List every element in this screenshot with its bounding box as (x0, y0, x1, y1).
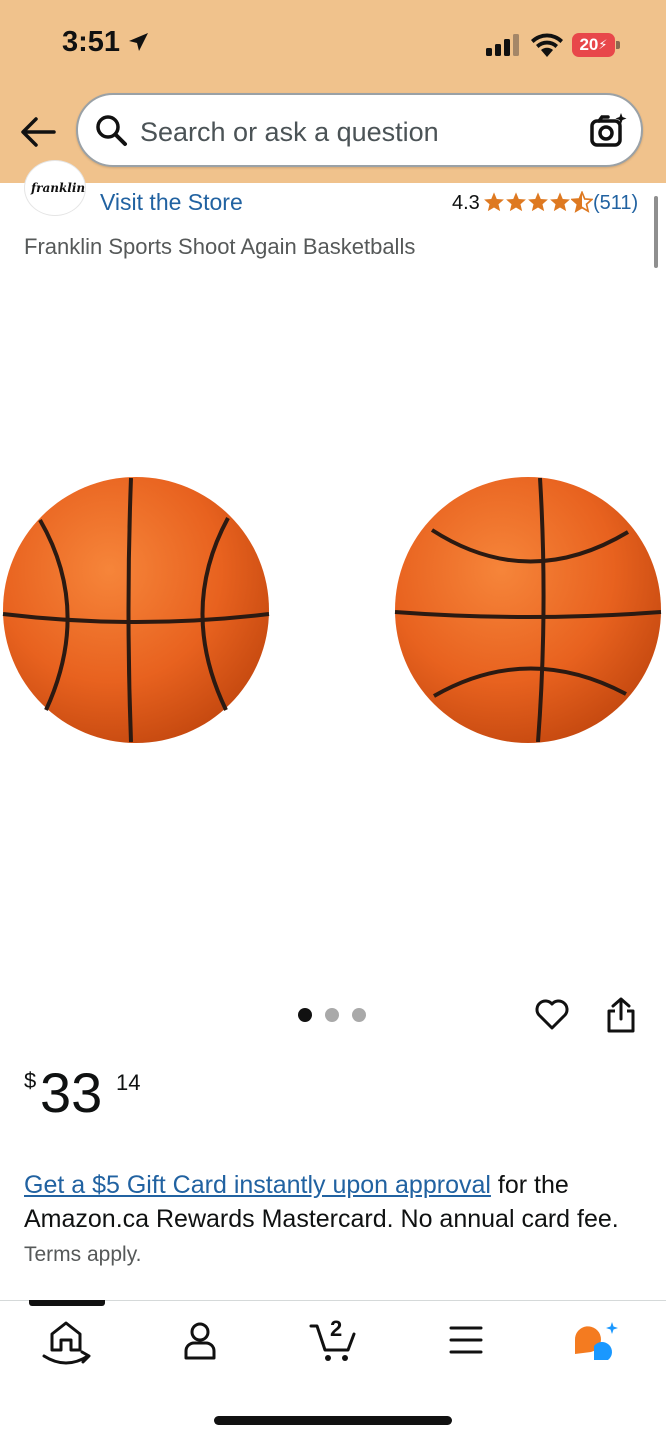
visit-store-link[interactable]: Visit the Store (100, 189, 243, 216)
wifi-icon (531, 33, 563, 57)
brand-logo[interactable]: franklin (24, 160, 86, 216)
basketball-right (394, 477, 662, 743)
camera-icon[interactable] (588, 111, 628, 151)
pagination-dot-active[interactable] (298, 1008, 312, 1022)
account-icon[interactable] (180, 1320, 220, 1364)
heart-icon[interactable] (534, 996, 570, 1032)
search-input[interactable]: Search or ask a question (76, 93, 643, 167)
menu-icon[interactable] (448, 1324, 484, 1356)
price-whole: 33 (40, 1061, 103, 1124)
star-icon (528, 192, 548, 212)
pagination-dot[interactable] (325, 1008, 339, 1022)
home-icon[interactable] (38, 1314, 94, 1370)
rufus-icon[interactable] (570, 1318, 622, 1364)
basketball-left (2, 477, 270, 743)
price-symbol: $ (24, 1068, 37, 1093)
rating-count-link[interactable]: (511) (593, 192, 638, 215)
back-arrow-icon[interactable] (18, 112, 58, 152)
app-header: 3:51 20 ⚡ Search or ask a question (0, 0, 666, 183)
search-icon (96, 115, 127, 146)
home-indicator (214, 1416, 452, 1425)
share-icon[interactable] (604, 996, 638, 1034)
location-arrow-icon (129, 33, 148, 51)
product-title: Franklin Sports Shoot Again Basketballs (24, 234, 416, 259)
cart-count: 2 (330, 1316, 343, 1341)
gift-card-offer-link[interactable]: Get a $5 Gift Card instantly upon approv… (24, 1171, 491, 1199)
battery-level: 20 (579, 35, 599, 54)
star-icon (550, 192, 570, 212)
star-half-icon (571, 191, 593, 213)
battery-icon: 20 ⚡ (572, 33, 620, 57)
rating-stars[interactable] (483, 191, 593, 213)
cart-button[interactable]: 2 (308, 1316, 358, 1364)
product-image[interactable] (0, 470, 666, 750)
status-bar: 3:51 20 ⚡ (0, 0, 666, 90)
star-icon (506, 192, 526, 212)
status-time: 3:51 (62, 26, 121, 58)
credit-card-promo: Get a $5 Gift Card instantly upon approv… (24, 1168, 644, 1272)
nav-active-indicator (29, 1300, 105, 1306)
search-placeholder: Search or ask a question (140, 117, 439, 147)
terms-apply: Terms apply. (24, 1243, 142, 1266)
pagination-dot[interactable] (352, 1008, 366, 1022)
cellular-signal-icon (486, 34, 519, 56)
price-fraction: 14 (116, 1070, 141, 1095)
scroll-indicator (654, 196, 658, 268)
image-pagination-dots[interactable] (298, 1008, 366, 1022)
star-icon (484, 192, 504, 212)
rating-value: 4.3 (452, 192, 480, 214)
brand-logo-text: franklin (31, 181, 86, 195)
